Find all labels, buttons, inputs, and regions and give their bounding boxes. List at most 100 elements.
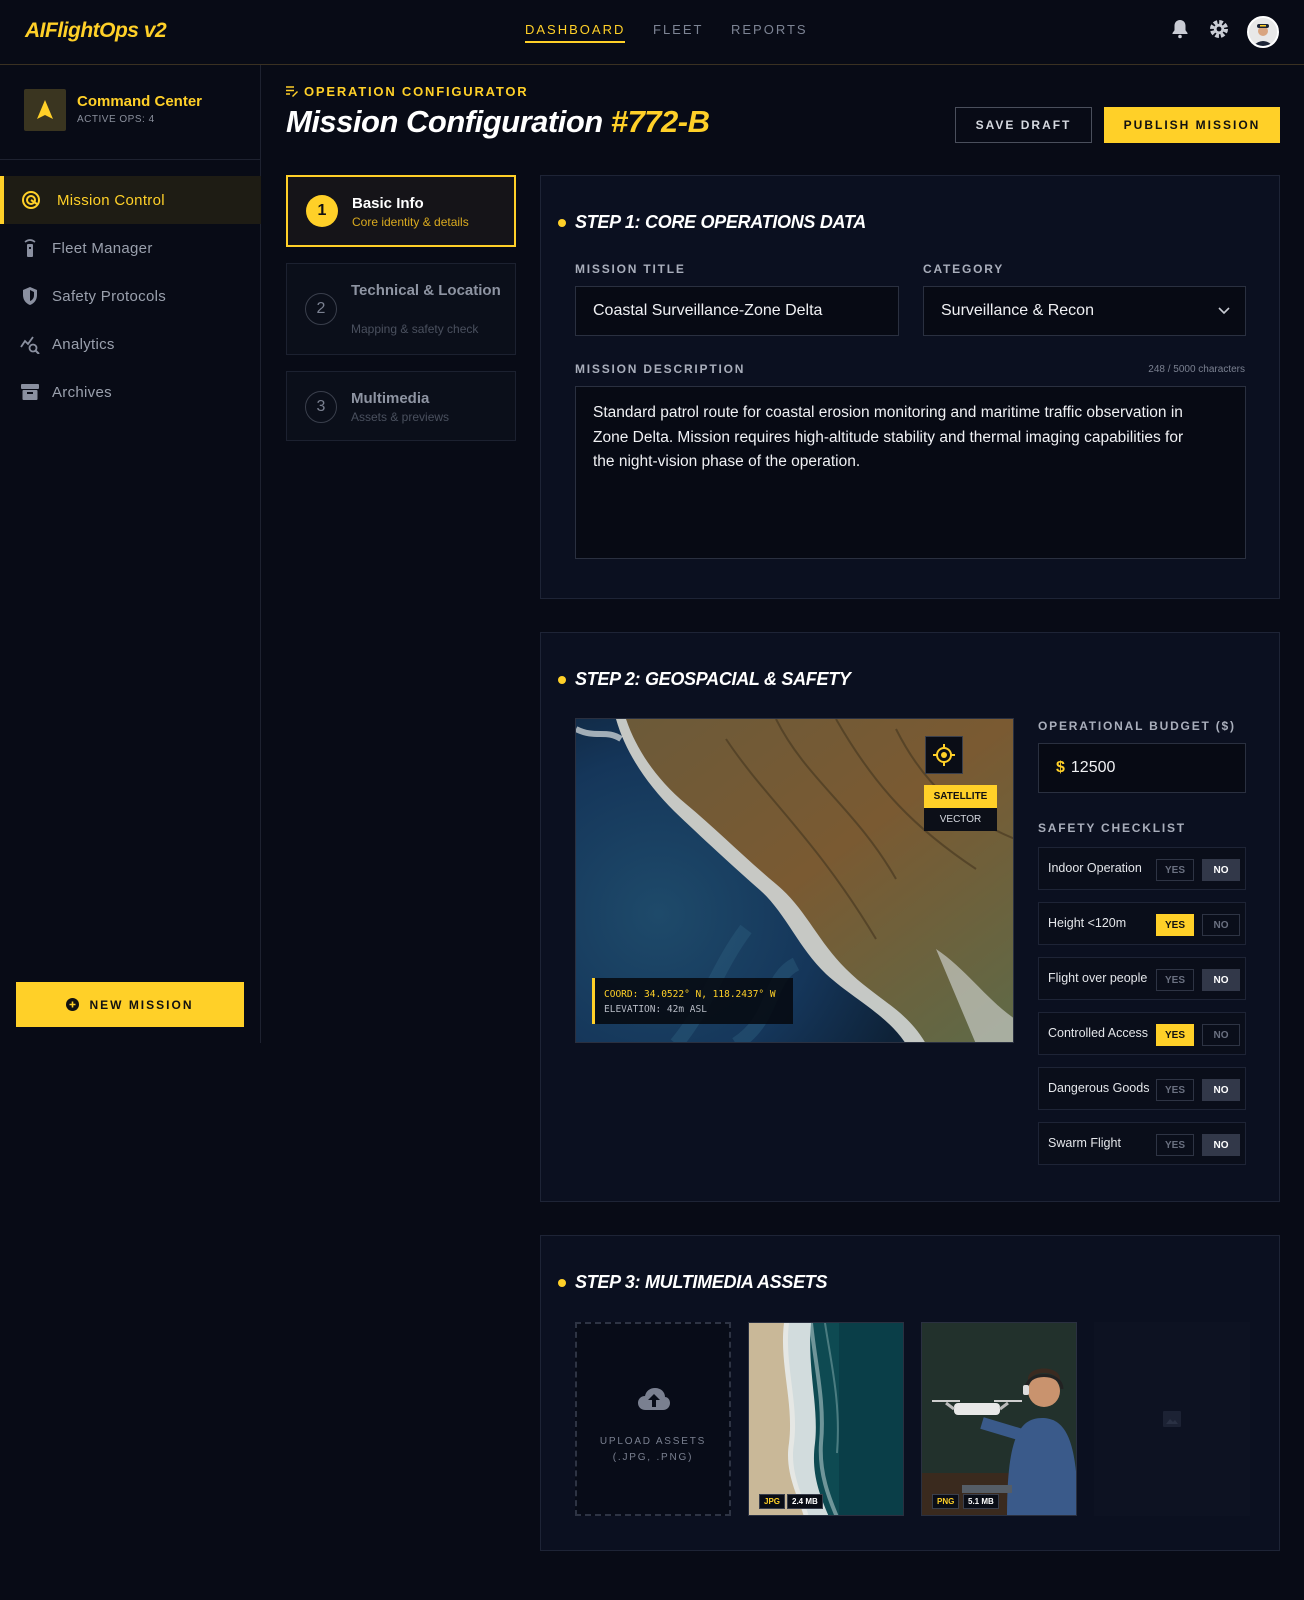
coastline-photo (749, 1323, 903, 1515)
step-subtitle: Core identity & details (352, 215, 469, 229)
target-icon (22, 191, 40, 209)
checklist-controlled-access: Controlled Access YES NO (1038, 1012, 1246, 1055)
bell-icon[interactable] (1168, 17, 1192, 41)
avatar[interactable] (1247, 16, 1279, 48)
nav-reports[interactable]: REPORTS (731, 22, 808, 37)
sidebar-item-analytics[interactable]: Analytics (0, 320, 261, 368)
checklist-swarm-flight: Swarm Flight YES NO (1038, 1122, 1246, 1165)
checklist-label: Controlled Access (1048, 1026, 1149, 1040)
tower-icon (24, 239, 36, 257)
nav-dashboard[interactable]: DASHBOARD (525, 22, 626, 43)
panel-heading: STEP 1: CORE OPERATIONS DATA (558, 212, 866, 232)
sidebar-item-label: Safety Protocols (52, 287, 167, 305)
asset-thumbnail-drone-pilot[interactable]: PNG 5.1 MB (921, 1322, 1077, 1516)
checklist-dangerous-goods: Dangerous Goods YES NO (1038, 1067, 1246, 1110)
yes-toggle[interactable]: YES (1156, 969, 1194, 991)
step-multimedia[interactable]: 3 Multimedia Assets & previews (286, 371, 516, 441)
sidebar-item-label: Analytics (52, 335, 115, 353)
yes-toggle[interactable]: YES (1156, 1134, 1194, 1156)
no-toggle[interactable]: NO (1202, 969, 1240, 991)
new-mission-label: NEW MISSION (89, 997, 194, 1012)
step-title: Basic Info (352, 195, 424, 212)
upload-dropzone[interactable]: UPLOAD ASSETS (.JPG, .PNG) (575, 1322, 731, 1516)
mission-title-input[interactable]: Coastal Surveillance-Zone Delta (575, 286, 899, 336)
drone-pilot-photo (922, 1323, 1076, 1515)
coordinate-readout: COORD: 34.0522° N, 118.2437° W ELEVATION… (592, 978, 793, 1024)
app-logo[interactable]: AIFlightOps v2 (25, 19, 167, 43)
geospatial-safety-panel: STEP 2: GEOSPACIAL & SAFETY SATELLITE VE… (540, 632, 1280, 1202)
archive-icon (21, 384, 39, 400)
nav-fleet[interactable]: FLEET (653, 22, 703, 37)
step-number: 2 (305, 293, 337, 325)
page-eyebrow: OPERATION CONFIGURATOR (286, 84, 529, 99)
file-type-badge: JPG (759, 1494, 786, 1509)
yes-toggle[interactable]: YES (1156, 1079, 1194, 1101)
checklist-label: Flight over people (1048, 971, 1148, 985)
no-toggle[interactable]: NO (1202, 1024, 1240, 1046)
sidebar-item-safety-protocols[interactable]: Safety Protocols (0, 272, 261, 320)
satellite-map[interactable]: SATELLITE VECTOR COORD: 34.0522° N, 118.… (575, 718, 1014, 1043)
asset-thumbnail-coast[interactable]: JPG 2.4 MB (748, 1322, 904, 1516)
checklist-label: Indoor Operation (1048, 861, 1142, 875)
file-type-badge: PNG (932, 1494, 960, 1509)
edit-list-icon (286, 86, 298, 97)
no-toggle[interactable]: NO (1202, 914, 1240, 936)
chevron-down-icon (1218, 307, 1230, 315)
upload-instructions: UPLOAD ASSETS (.JPG, .PNG) (577, 1434, 729, 1466)
command-center-badge (24, 89, 66, 131)
new-mission-button[interactable]: NEW MISSION (16, 982, 244, 1027)
checklist-indoor-operation: Indoor Operation YES NO (1038, 847, 1246, 890)
step-title: Technical & Location (351, 282, 501, 299)
plus-circle-icon (66, 998, 80, 1011)
currency-symbol: $ (1056, 759, 1065, 776)
no-toggle[interactable]: NO (1202, 1079, 1240, 1101)
page-title: Mission Configuration #772-B (286, 104, 710, 140)
character-counter: 248 / 5000 characters (1148, 364, 1245, 375)
step-technical-location[interactable]: 2 Technical & Location Mapping & safety … (286, 263, 516, 355)
gear-icon[interactable] (1207, 17, 1231, 41)
step-basic-info[interactable]: 1 Basic Info Core identity & details (286, 175, 516, 247)
sidebar-item-fleet-manager[interactable]: Fleet Manager (0, 224, 261, 272)
publish-mission-button[interactable]: PUBLISH MISSION (1104, 107, 1280, 143)
no-toggle[interactable]: NO (1202, 859, 1240, 881)
elevation-text: ELEVATION: 42m ASL (604, 1004, 707, 1015)
coordinates-text: COORD: 34.0522° N, 118.2437° W (604, 989, 776, 1000)
step-subtitle: Mapping & safety check (351, 322, 479, 336)
step-subtitle: Assets & previews (351, 410, 450, 424)
category-select[interactable]: Surveillance & Recon (923, 286, 1246, 336)
budget-input[interactable]: $ 12500 (1038, 743, 1246, 793)
sidebar-item-mission-control[interactable]: Mission Control (0, 176, 261, 224)
sidebar-item-label: Mission Control (57, 191, 165, 209)
sidebar-item-archives[interactable]: Archives (0, 368, 261, 416)
file-size-badge: 5.1 MB (963, 1494, 999, 1509)
satellite-toggle[interactable]: SATELLITE (924, 785, 997, 808)
step-number: 3 (305, 391, 337, 423)
analytics-icon (20, 336, 40, 354)
save-draft-button[interactable]: SAVE DRAFT (955, 107, 1092, 143)
command-center-title: Command Center (77, 93, 203, 110)
sidebar: Command Center ACTIVE OPS: 4 Mission Con… (0, 65, 261, 1043)
category-value: Surveillance & Recon (941, 302, 1094, 319)
core-operations-panel: STEP 1: CORE OPERATIONS DATA MISSION TIT… (540, 175, 1280, 599)
vector-toggle[interactable]: VECTOR (924, 808, 997, 831)
checklist-label: Dangerous Goods (1048, 1081, 1150, 1095)
navigation-arrow-icon (37, 100, 53, 119)
yes-toggle[interactable]: YES (1156, 859, 1194, 881)
step-title: Multimedia (351, 390, 430, 407)
top-bar: AIFlightOps v2 DASHBOARD FLEET REPORTS (0, 0, 1304, 65)
page-title-text: Mission Configuration (286, 104, 603, 139)
no-toggle[interactable]: NO (1202, 1134, 1240, 1156)
yes-toggle[interactable]: YES (1156, 1024, 1194, 1046)
checklist-height: Height <120m YES NO (1038, 902, 1246, 945)
budget-value: 12500 (1070, 759, 1116, 776)
panel-heading: STEP 2: GEOSPACIAL & SAFETY (558, 669, 851, 689)
active-ops-count: ACTIVE OPS: 4 (77, 114, 155, 125)
yes-toggle[interactable]: YES (1156, 914, 1194, 936)
mission-description-textarea[interactable]: Standard patrol route for coastal erosio… (575, 386, 1246, 559)
checklist-flight-over-people: Flight over people YES NO (1038, 957, 1246, 1000)
locate-button[interactable] (925, 736, 963, 774)
mission-description-label: MISSION DESCRIPTION (575, 362, 746, 376)
empty-asset-slot (1094, 1322, 1250, 1516)
step-number: 1 (306, 195, 338, 227)
mission-id: #772-B (610, 104, 710, 139)
